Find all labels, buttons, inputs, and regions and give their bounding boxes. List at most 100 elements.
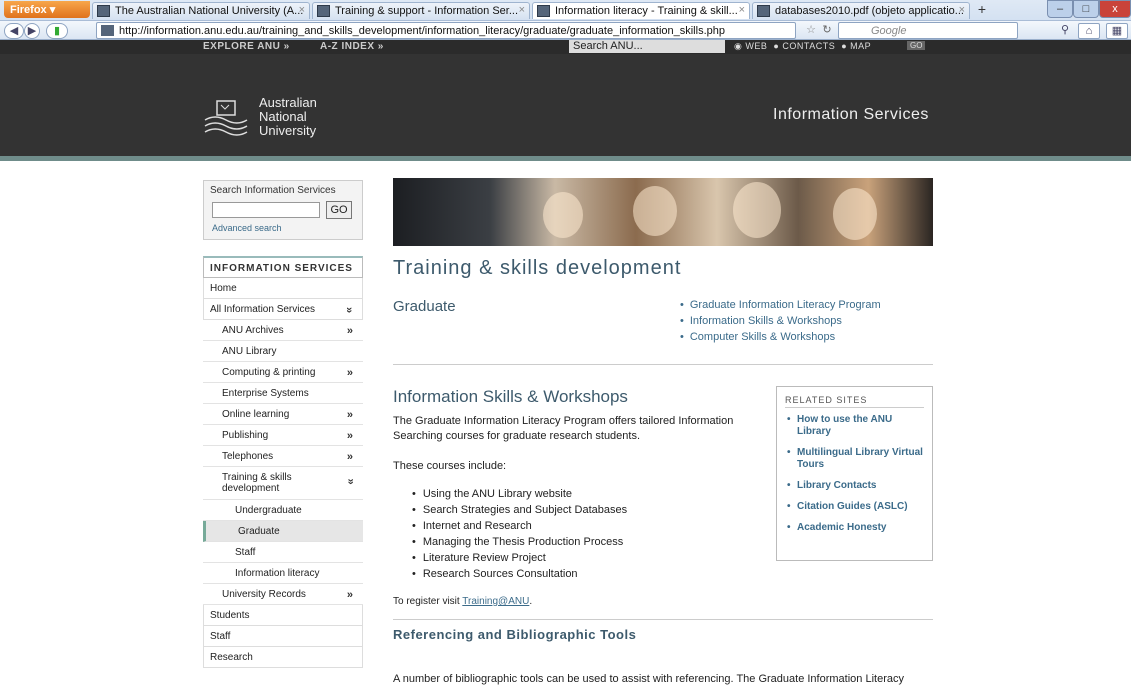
anu-search-go-button[interactable]: GO <box>907 41 926 50</box>
chevron-right-icon: » <box>346 325 353 337</box>
sidebar-item-label: Training & skills development <box>222 472 292 494</box>
sidebar-item-records[interactable]: University Records » <box>203 584 363 605</box>
close-tab-icon[interactable]: × <box>299 4 305 16</box>
related-link[interactable]: Academic Honesty <box>785 522 924 534</box>
browser-tab[interactable]: Training & support - Information Ser... × <box>312 2 530 19</box>
sidebar-item-label: All Information Services <box>210 304 316 315</box>
sidebar-item-training[interactable]: Training & skills development » <box>203 467 363 500</box>
search-scope-radios: ◉ WEB ● CONTACTS ● MAP <box>734 41 871 52</box>
sidebar-search-go-button[interactable]: GO <box>326 201 352 219</box>
sidebar-item-label: Online learning <box>222 409 290 420</box>
sidebar-item-all-services[interactable]: All Information Services » <box>203 299 363 320</box>
search-icon[interactable]: ⚲ <box>1056 23 1074 39</box>
list-item: Using the ANU Library website <box>412 486 627 502</box>
related-link[interactable]: Multilingual Library Virtual Tours <box>785 447 924 471</box>
home-icon[interactable]: ⌂ <box>1078 23 1100 39</box>
related-link[interactable]: How to use the ANU Library <box>785 414 924 438</box>
banner-figure <box>633 186 677 236</box>
section-links: Graduate Information Literacy Program In… <box>680 297 881 345</box>
bookmarks-icon[interactable]: ▦ <box>1106 23 1128 39</box>
list-item: Literature Review Project <box>412 550 627 566</box>
courses-list: Using the ANU Library website Search Str… <box>412 486 627 582</box>
tab-label: Information literacy - Training & skill.… <box>555 5 738 17</box>
forward-icon[interactable]: ▶ <box>24 23 40 39</box>
sidebar-item-online-learning[interactable]: Online learning » <box>203 404 363 425</box>
register-suffix: . <box>529 596 533 607</box>
radio-contacts-label: CONTACTS <box>782 41 836 51</box>
sidebar-item-staff[interactable]: Staff <box>203 626 363 647</box>
browser-tab[interactable]: The Australian National University (A...… <box>92 2 310 19</box>
sidebar-item-students[interactable]: Students <box>203 605 363 626</box>
browser-tab[interactable]: databases2010.pdf (objeto applicatio... × <box>752 2 970 19</box>
anu-search-input[interactable]: Search ANU... <box>569 40 725 53</box>
sidebar-item-library[interactable]: ANU Library <box>203 341 363 362</box>
sidebar-item-computing[interactable]: Computing & printing » <box>203 362 363 383</box>
chevron-right-icon: » <box>346 451 353 463</box>
firefox-menu-button[interactable]: Firefox ▾ <box>4 1 90 18</box>
sidebar-item-telephones[interactable]: Telephones » <box>203 446 363 467</box>
reload-icon[interactable]: ↻ <box>820 23 834 39</box>
banner-figure <box>543 192 583 238</box>
signal-icon[interactable]: ▮ <box>46 23 68 39</box>
sidebar-item-label: Telephones <box>222 451 274 462</box>
radio-web-icon[interactable]: ◉ <box>734 41 742 51</box>
referencing-paragraph: A number of bibliographic tools can be u… <box>393 673 904 685</box>
tab-label: The Australian National University (A... <box>115 5 304 17</box>
chevron-down-icon: » <box>344 478 357 485</box>
sidebar-search-input[interactable] <box>212 202 320 218</box>
search-engine-input[interactable]: Google <box>838 22 1018 39</box>
sidebar-item-publishing[interactable]: Publishing » <box>203 425 363 446</box>
sidebar-item-label: University Records <box>222 589 306 600</box>
related-sites-box: RELATED SITES How to use the ANU Library… <box>776 386 933 561</box>
site-title[interactable]: Information Services <box>773 106 929 124</box>
favicon-icon <box>757 5 770 17</box>
related-link[interactable]: Citation Guides (ASLC) <box>785 501 924 513</box>
close-tab-icon[interactable]: × <box>739 4 745 16</box>
bookmark-star-icon[interactable]: ☆ <box>804 23 818 39</box>
search-engine-placeholder: Google <box>871 25 907 37</box>
section-link[interactable]: Computer Skills & Workshops <box>680 329 881 345</box>
close-tab-icon[interactable]: × <box>959 4 965 16</box>
close-tab-icon[interactable]: × <box>519 4 525 16</box>
section-link[interactable]: Information Skills & Workshops <box>680 313 881 329</box>
chevron-down-icon: » <box>342 306 355 314</box>
divider <box>393 364 933 365</box>
radio-contacts-icon[interactable]: ● <box>773 41 779 51</box>
chevron-right-icon: » <box>346 430 353 442</box>
tab-label: databases2010.pdf (objeto applicatio... <box>775 5 964 17</box>
sidebar-item-information-literacy[interactable]: Information literacy <box>203 563 363 584</box>
tab-label: Training & support - Information Ser... <box>335 5 519 17</box>
advanced-search-link[interactable]: Advanced search <box>212 223 282 233</box>
close-window-button[interactable]: x <box>1099 0 1131 18</box>
sidebar-item-graduate[interactable]: Graduate <box>203 521 363 542</box>
sidebar-item-home[interactable]: Home <box>203 278 363 299</box>
sidebar-item-staff-training[interactable]: Staff <box>203 542 363 563</box>
maximize-button[interactable]: □ <box>1073 0 1099 18</box>
related-link[interactable]: Library Contacts <box>785 480 924 492</box>
radio-web-label: WEB <box>745 41 768 51</box>
referencing-title: Referencing and Bibliographic Tools <box>393 627 637 642</box>
logo-line: National <box>259 109 307 124</box>
sidebar-item-label: Information literacy <box>235 568 320 579</box>
section-link[interactable]: Graduate Information Literacy Program <box>680 297 881 313</box>
minimize-button[interactable]: – <box>1047 0 1073 18</box>
sidebar-item-research[interactable]: Research <box>203 647 363 668</box>
favicon-icon <box>101 25 114 36</box>
training-anu-link[interactable]: Training@ANU <box>462 596 529 607</box>
anu-logo[interactable]: Australian National University <box>203 96 321 142</box>
radio-map-icon[interactable]: ● <box>841 41 847 51</box>
az-index-link[interactable]: A-Z INDEX » <box>320 41 384 52</box>
list-item: Internet and Research <box>412 518 627 534</box>
site-header <box>0 40 1131 160</box>
back-icon[interactable]: ◀ <box>4 23 24 39</box>
browser-tab-active[interactable]: Information literacy - Training & skill.… <box>532 2 750 19</box>
sidebar-item-label: ANU Archives <box>222 325 284 336</box>
sidebar-item-archives[interactable]: ANU Archives » <box>203 320 363 341</box>
url-bar[interactable]: http://information.anu.edu.au/training_a… <box>96 22 796 39</box>
chevron-right-icon: » <box>346 589 353 601</box>
sidebar-item-enterprise[interactable]: Enterprise Systems <box>203 383 363 404</box>
explore-anu-link[interactable]: EXPLORE ANU » <box>203 41 290 52</box>
new-tab-button[interactable]: + <box>972 2 992 19</box>
sidebar-item-undergraduate[interactable]: Undergraduate <box>203 500 363 521</box>
sidebar-item-label: Home <box>210 283 237 294</box>
